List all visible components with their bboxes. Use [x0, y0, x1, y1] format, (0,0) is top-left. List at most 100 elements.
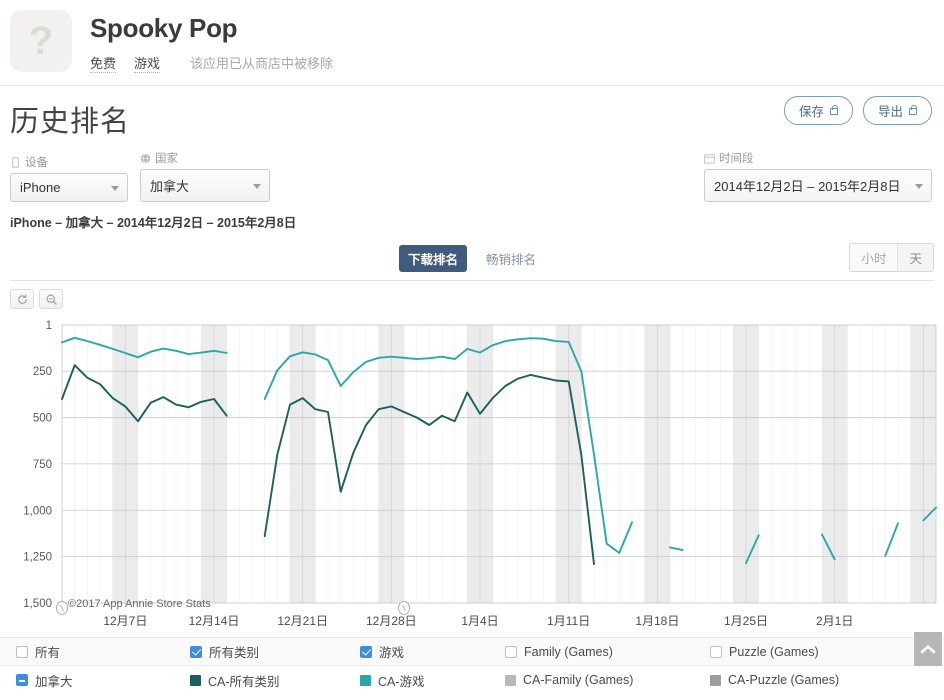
svg-text:250: 250: [33, 366, 52, 378]
device-label-text: 设备: [25, 154, 48, 170]
app-price-link[interactable]: 免费: [90, 53, 116, 73]
daterange-label-text: 时间段: [719, 150, 754, 166]
app-meta: Spooky Pop 免费 游戏 该应用已从商店中被移除: [90, 10, 333, 73]
lock-icon: [830, 108, 838, 115]
daterange-filter-group: 时间段 2014年12月2日 – 2015年2月8日: [704, 150, 932, 202]
granularity-hour-button[interactable]: 小时: [850, 244, 897, 271]
tab-grossing-rank[interactable]: 畅销排名: [477, 245, 545, 272]
breadcrumb: iPhone – 加拿大 – 2014年12月2日 – 2015年2月8日: [0, 202, 944, 231]
svg-text:12月21日: 12月21日: [277, 614, 328, 628]
legend-item-all[interactable]: 所有: [0, 642, 190, 661]
rank-tabs: 下载排名 畅销排名: [399, 245, 545, 272]
calendar-icon: [704, 153, 715, 164]
lock-icon: [909, 108, 917, 115]
checkbox-all[interactable]: [16, 646, 28, 658]
legend-label: CA-Puzzle (Games): [728, 673, 839, 687]
country-select[interactable]: 加拿大: [140, 169, 270, 202]
app-icon-glyph: ?: [29, 21, 53, 61]
checkbox-games[interactable]: [360, 646, 372, 658]
svg-text:1月11日: 1月11日: [547, 614, 590, 628]
legend-row-series: 加拿大 CA-所有类别 CA-游戏 CA-Family (Games) CA-P…: [0, 666, 944, 694]
chevron-down-icon: [915, 184, 923, 189]
series-swatch-ca-all-categories: [190, 675, 201, 686]
svg-text:2月1日: 2月1日: [816, 614, 853, 628]
app-placeholder-icon: ?: [10, 10, 72, 72]
country-value: 加拿大: [150, 179, 189, 194]
chevron-up-icon: [920, 644, 936, 655]
chart-toolbar: [0, 289, 944, 309]
daterange-select[interactable]: 2014年12月2日 – 2015年2月8日: [704, 169, 932, 202]
zoom-icon[interactable]: [39, 289, 63, 309]
legend-label: 加拿大: [35, 671, 73, 690]
legend-item-puzzle-games[interactable]: Puzzle (Games): [710, 645, 910, 659]
svg-text:500: 500: [33, 413, 52, 425]
chevron-down-icon: [253, 184, 261, 189]
legend-item-family-games[interactable]: Family (Games): [505, 645, 710, 659]
svg-text:1,500: 1,500: [23, 598, 52, 610]
svg-text:750: 750: [33, 459, 52, 471]
daterange-value: 2014年12月2日 – 2015年2月8日: [714, 179, 900, 194]
app-header: ? Spooky Pop 免费 游戏 该应用已从商店中被移除: [0, 0, 944, 86]
checkbox-family-games[interactable]: [505, 646, 517, 658]
page-actions: 保存 导出: [784, 96, 932, 125]
app-title: Spooky Pop: [90, 14, 333, 43]
checkbox-puzzle-games[interactable]: [710, 646, 722, 658]
chart-plot-area[interactable]: 1 250 500 750 1,000 1,250 1,500 12月7日 12月14日 12月2…: [0, 315, 944, 635]
device-value: iPhone: [20, 180, 60, 195]
legend-item-games[interactable]: 游戏: [360, 642, 505, 661]
legend-label: CA-Family (Games): [523, 673, 633, 687]
svg-text:1月4日: 1月4日: [461, 614, 498, 628]
svg-text:1,000: 1,000: [23, 505, 52, 517]
legend-label: 所有: [35, 642, 60, 661]
legend-label: 所有类别: [209, 642, 259, 661]
app-category-link[interactable]: 游戏: [134, 53, 160, 73]
save-button[interactable]: 保存: [784, 96, 853, 125]
series-swatch-ca-family-games: [505, 675, 516, 686]
device-filter-group: 设备 iPhone: [10, 154, 128, 202]
series-swatch-ca-games: [360, 675, 371, 686]
tab-bar: 下载排名 畅销排名 小时 天: [10, 245, 934, 281]
series-swatch-ca-puzzle-games: [710, 675, 721, 686]
legend-label: Puzzle (Games): [729, 645, 819, 659]
device-icon: [10, 157, 21, 168]
svg-text:12月7日: 12月7日: [103, 614, 147, 628]
legend-item-ca-all-categories[interactable]: CA-所有类别: [190, 671, 360, 690]
rank-history-chart[interactable]: 1 250 500 750 1,000 1,250 1,500 12月7日 12月14日 12月2…: [0, 315, 944, 631]
svg-text:12月28日: 12月28日: [366, 614, 417, 628]
app-removed-notice: 该应用已从商店中被移除: [190, 53, 333, 72]
tab-download-rank[interactable]: 下载排名: [399, 245, 467, 272]
chart-container: 1 250 500 750 1,000 1,250 1,500 12月7日 12月14日 12月2…: [0, 289, 944, 635]
page-head: 历史排名 保存 导出: [0, 86, 944, 140]
country-filter-label: 国家: [140, 150, 270, 166]
legend-label: Family (Games): [524, 645, 613, 659]
svg-text:1月18日: 1月18日: [635, 614, 679, 628]
checkbox-all-categories[interactable]: [190, 646, 202, 658]
legend-item-ca-games[interactable]: CA-游戏: [360, 671, 505, 690]
reset-icon[interactable]: [10, 289, 34, 309]
legend-item-canada[interactable]: 加拿大: [0, 671, 190, 690]
export-button[interactable]: 导出: [863, 96, 932, 125]
device-select[interactable]: iPhone: [10, 173, 128, 202]
app-subtitle-row: 免费 游戏 该应用已从商店中被移除: [90, 53, 333, 73]
svg-text:1: 1: [46, 320, 52, 332]
globe-icon: [140, 153, 151, 164]
chevron-down-icon: [111, 186, 119, 191]
legend-label: CA-游戏: [378, 671, 425, 690]
country-filter-group: 国家 加拿大: [140, 150, 270, 202]
scroll-to-top-button[interactable]: [914, 632, 942, 666]
legend: 所有 所有类别 游戏 Family (Games) Puzzle (Games)…: [0, 637, 944, 694]
legend-label: CA-所有类别: [208, 671, 280, 690]
checkbox-canada[interactable]: [16, 674, 28, 686]
save-label: 保存: [799, 101, 824, 120]
granularity-day-button[interactable]: 天: [897, 244, 933, 271]
legend-item-all-categories[interactable]: 所有类别: [190, 642, 360, 661]
svg-text:1月25日: 1月25日: [724, 614, 768, 628]
legend-item-ca-family-games[interactable]: CA-Family (Games): [505, 673, 710, 687]
filter-bar: 设备 iPhone 国家 加拿大 时间段: [0, 140, 944, 202]
daterange-filter-label: 时间段: [704, 150, 932, 166]
svg-text:12月14日: 12月14日: [189, 614, 240, 628]
legend-label: 游戏: [379, 642, 404, 661]
legend-row-categories: 所有 所有类别 游戏 Family (Games) Puzzle (Games): [0, 638, 944, 666]
legend-item-ca-puzzle-games[interactable]: CA-Puzzle (Games): [710, 673, 910, 687]
svg-text:1,250: 1,250: [23, 552, 52, 564]
